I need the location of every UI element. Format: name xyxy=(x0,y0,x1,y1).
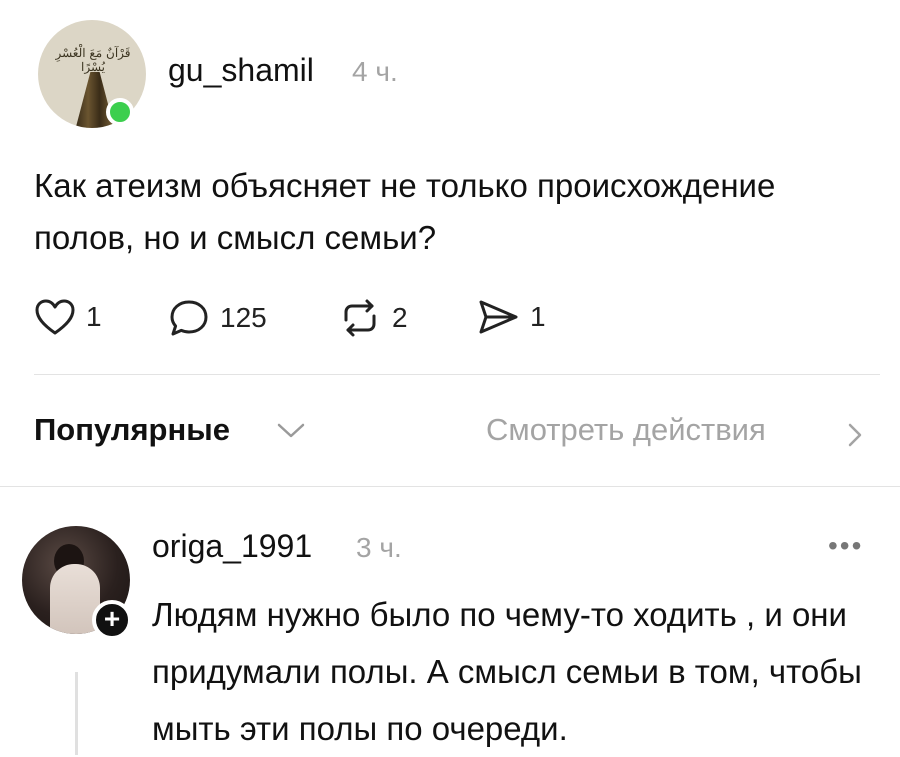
like-button[interactable]: 1 xyxy=(34,298,102,336)
view-activity-link[interactable]: Смотреть действия xyxy=(486,412,766,448)
share-count: 1 xyxy=(530,301,546,332)
send-icon xyxy=(479,300,518,334)
sort-dropdown[interactable]: Популярные xyxy=(34,412,230,448)
heart-icon xyxy=(35,299,75,335)
chevron-down-icon[interactable] xyxy=(276,422,306,440)
follow-plus-button[interactable]: + xyxy=(92,600,132,640)
post-author-username[interactable]: gu_shamil xyxy=(168,52,314,89)
comment-count: 125 xyxy=(220,302,267,333)
more-options-button[interactable]: ••• xyxy=(828,530,863,562)
chevron-right-icon[interactable] xyxy=(846,422,864,448)
commenter-username[interactable]: origa_1991 xyxy=(152,528,312,565)
comments-divider xyxy=(0,486,900,487)
repost-count: 2 xyxy=(392,302,408,333)
repost-button[interactable]: 2 xyxy=(338,298,408,338)
thread-line xyxy=(75,672,78,755)
comment-button[interactable]: 125 xyxy=(168,298,267,338)
comment-text: Людям нужно было по чему-то ходить , и о… xyxy=(152,596,862,747)
repost-icon xyxy=(344,299,376,337)
avatar-calligraphy: قَرْآنٌ مَعَ الْعُسْرِ يُسْرًا xyxy=(55,46,131,74)
section-divider xyxy=(34,374,880,375)
post-timestamp: 4 ч. xyxy=(352,56,398,87)
like-count: 1 xyxy=(86,301,102,332)
post-text: Как атеизм объясняет не только происхожд… xyxy=(34,167,776,256)
online-status-indicator xyxy=(106,98,134,126)
share-button[interactable]: 1 xyxy=(476,298,546,336)
comment-bubble-icon xyxy=(170,300,208,336)
comment-timestamp: 3 ч. xyxy=(356,532,402,563)
